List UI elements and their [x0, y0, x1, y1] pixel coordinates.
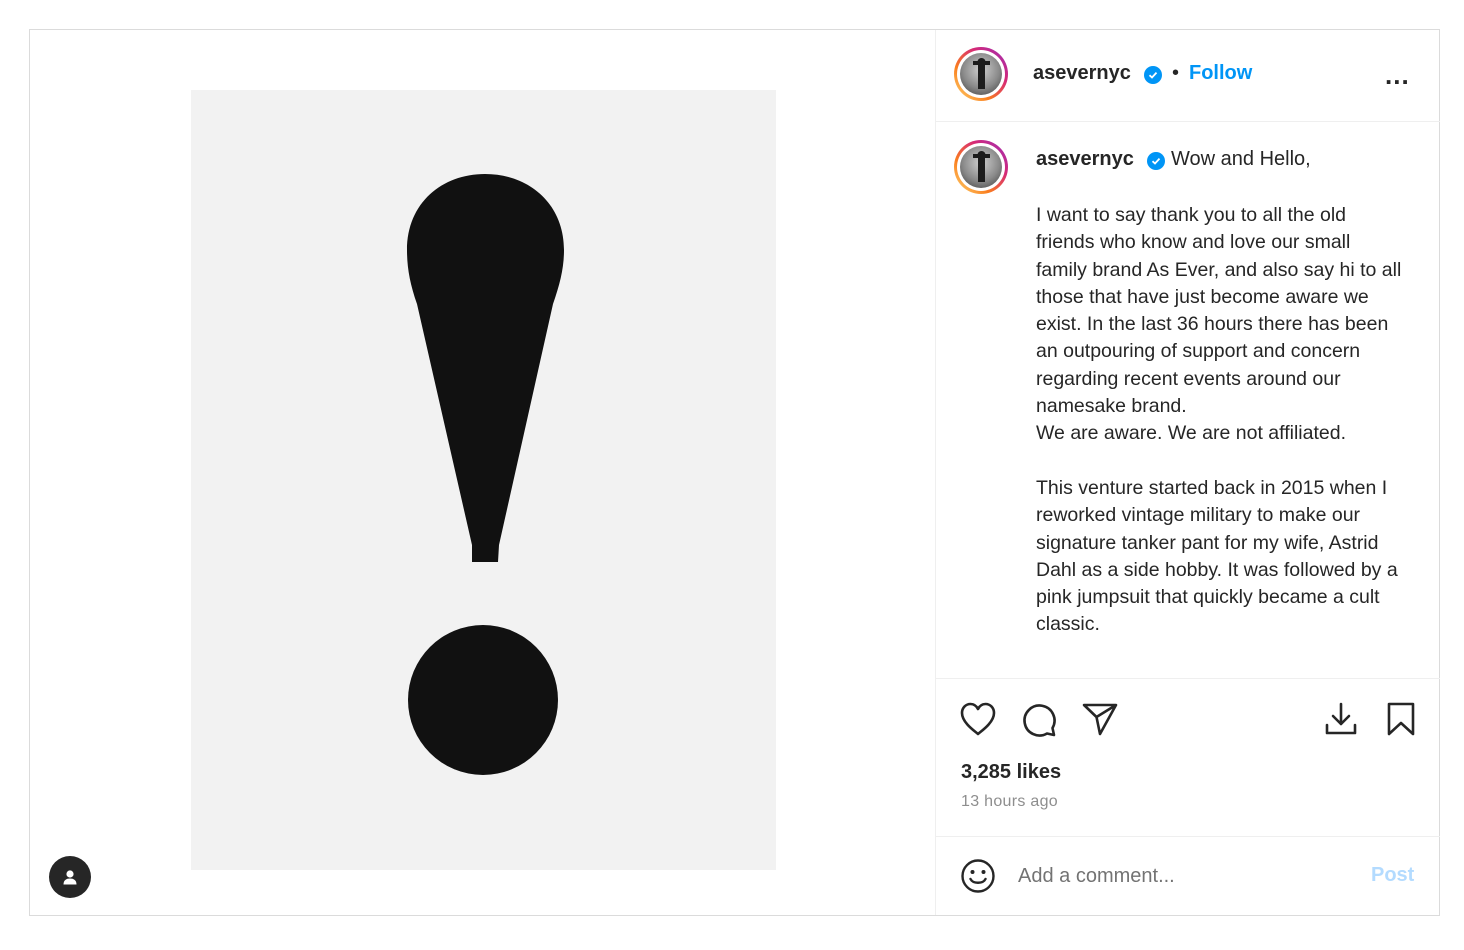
- share-icon[interactable]: [1081, 701, 1119, 737]
- likes-count[interactable]: 3,285 likes: [961, 761, 1061, 784]
- avatar[interactable]: [954, 47, 1008, 101]
- comment-bar: Post: [936, 836, 1440, 916]
- post-sidebar: asevernyc • Follow ... asevernyc Wow and…: [935, 30, 1440, 915]
- caption-avatar[interactable]: [954, 140, 1008, 194]
- post-timestamp[interactable]: 13 hours ago: [961, 793, 1058, 811]
- post-frame: asevernyc • Follow ... asevernyc Wow and…: [29, 29, 1440, 916]
- comment-icon[interactable]: [1020, 701, 1058, 739]
- header-separator: •: [1172, 62, 1180, 84]
- comment-input[interactable]: [1018, 861, 1348, 891]
- caption-greeting: Wow and Hello,: [1171, 148, 1311, 170]
- post-comment-button[interactable]: Post: [1371, 864, 1414, 887]
- bookmark-icon[interactable]: [1386, 701, 1416, 737]
- emoji-icon[interactable]: [960, 858, 996, 894]
- exclamation-mark-graphic: [407, 174, 564, 775]
- action-bar: 3,285 likes 13 hours ago: [936, 678, 1440, 837]
- header-username[interactable]: asevernyc: [1033, 62, 1131, 85]
- more-options-icon[interactable]: ...: [1385, 60, 1410, 91]
- heart-icon[interactable]: [959, 701, 997, 737]
- caption-section: asevernyc Wow and Hello, I want to say t…: [936, 122, 1440, 678]
- caption-username[interactable]: asevernyc: [1036, 148, 1134, 171]
- caption-text: I want to say thank you to all the old f…: [1036, 204, 1402, 636]
- exclamation-poster-image: [191, 90, 776, 870]
- verified-badge-icon: [1144, 66, 1162, 84]
- post-media[interactable]: [30, 30, 935, 915]
- follow-button[interactable]: Follow: [1189, 62, 1252, 85]
- post-header: asevernyc • Follow ...: [936, 30, 1440, 122]
- verified-badge-icon: [1147, 152, 1165, 170]
- download-icon[interactable]: [1323, 701, 1359, 737]
- user-tag-icon[interactable]: [49, 856, 91, 898]
